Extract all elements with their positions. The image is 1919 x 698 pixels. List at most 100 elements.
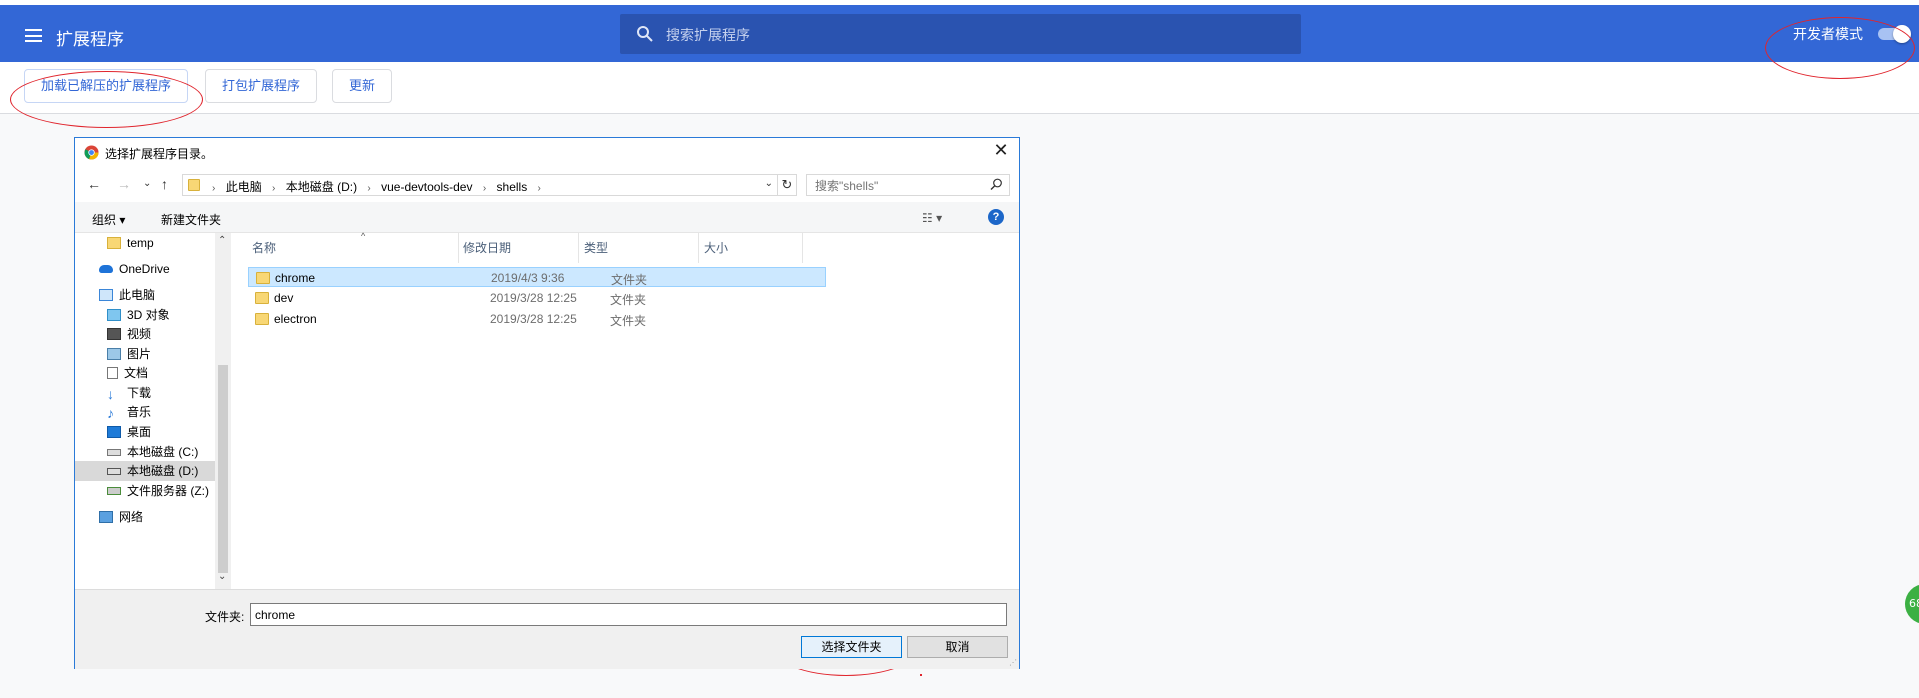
- breadcrumb: › 此电脑 › 本地磁盘 (D:) › vue-devtools-dev › s…: [212, 180, 541, 194]
- file-row-chrome[interactable]: chrome 2019/4/3 9:36 文件夹: [248, 267, 826, 287]
- search-icon: [637, 26, 653, 42]
- file-row-dev[interactable]: dev 2019/3/28 12:25 文件夹: [248, 288, 826, 308]
- folder-name-input[interactable]: [250, 603, 1007, 626]
- update-button[interactable]: 更新: [332, 69, 393, 103]
- sidebar-item-documents[interactable]: 文档: [107, 363, 148, 383]
- sidebar-item-pictures[interactable]: 图片: [107, 344, 151, 364]
- file-name: electron: [274, 312, 317, 326]
- pack-extension-button[interactable]: 打包扩展程序: [205, 69, 318, 103]
- music-icon: ♪: [107, 405, 114, 421]
- file-modified: 2019/3/28 12:25: [490, 291, 577, 305]
- sidebar-item-music[interactable]: ♪ 音乐: [107, 402, 151, 422]
- view-options-icon[interactable]: ☷ ▾: [922, 211, 942, 225]
- file-name: dev: [274, 291, 294, 305]
- breadcrumb-item[interactable]: vue-devtools-dev: [381, 180, 472, 194]
- chevron-down-icon[interactable]: ⌄: [765, 178, 773, 189]
- video-icon: [107, 328, 121, 340]
- navigation-scrollbar[interactable]: ⌃ ⌄: [215, 233, 231, 589]
- folder-icon: [256, 272, 270, 284]
- sidebar-item-label: 网络: [119, 510, 144, 524]
- file-modified: 2019/3/28 12:25: [490, 312, 577, 326]
- search-placeholder: 搜索扩展程序: [666, 28, 750, 44]
- dialog-footer: 文件夹: 选择文件夹 取消 ⋰: [75, 589, 1019, 669]
- folder-label: 文件夹:: [205, 610, 245, 624]
- page-title: 扩展程序: [56, 30, 124, 50]
- forward-arrow-icon[interactable]: →: [117, 176, 131, 192]
- up-arrow-icon[interactable]: ↑: [161, 176, 168, 192]
- sidebar-item-network[interactable]: 网络: [99, 507, 143, 527]
- organize-menu[interactable]: 组织 ▾: [92, 211, 125, 228]
- sidebar-item-label: 音乐: [127, 405, 152, 419]
- action-bar: 加载已解压的扩展程序 打包扩展程序 更新: [0, 62, 1919, 114]
- computer-icon: [99, 289, 113, 301]
- breadcrumb-item[interactable]: shells: [497, 180, 528, 194]
- refresh-icon[interactable]: ↻: [777, 174, 797, 196]
- scroll-up-icon[interactable]: ⌃: [218, 235, 226, 246]
- sidebar-item-3d-objects[interactable]: 3D 对象: [107, 305, 170, 325]
- sidebar-item-drive-c[interactable]: 本地磁盘 (C:): [107, 442, 198, 462]
- sort-ascending-icon: ^: [361, 231, 366, 241]
- file-type: 文件夹: [610, 293, 647, 307]
- folder-search-box[interactable]: [806, 174, 1010, 196]
- new-folder-button[interactable]: 新建文件夹: [161, 211, 221, 228]
- sidebar-item-label: 此电脑: [119, 288, 156, 302]
- folder-search-input[interactable]: [813, 176, 987, 196]
- sidebar-item-label: 文档: [124, 366, 149, 380]
- sidebar-item-label: 图片: [127, 347, 152, 361]
- document-icon: [107, 367, 118, 379]
- dev-mode-label: 开发者模式: [1793, 27, 1863, 43]
- scroll-down-icon[interactable]: ⌄: [218, 571, 226, 582]
- sidebar-item-label: 本地磁盘 (C:): [127, 445, 199, 459]
- sidebar-item-label: temp: [127, 236, 154, 250]
- network-icon: [99, 511, 113, 523]
- search-icon: [990, 178, 1002, 190]
- column-header-name[interactable]: 名称: [252, 239, 276, 256]
- download-icon: ↓: [107, 386, 114, 402]
- file-type: 文件夹: [610, 314, 647, 328]
- column-header-size[interactable]: 大小: [704, 239, 728, 256]
- file-name: chrome: [275, 271, 316, 285]
- breadcrumb-item[interactable]: 本地磁盘 (D:): [286, 180, 357, 194]
- back-arrow-icon[interactable]: ←: [87, 176, 101, 192]
- cloud-icon: [99, 265, 113, 273]
- column-divider: [458, 233, 459, 263]
- address-bar[interactable]: › 此电脑 › 本地磁盘 (D:) › vue-devtools-dev › s…: [182, 174, 778, 196]
- view-dropdown[interactable]: ▾: [936, 211, 942, 225]
- scrollbar-thumb[interactable]: [218, 365, 228, 573]
- sidebar-item-desktop[interactable]: 桌面: [107, 422, 151, 442]
- search-extensions-bar[interactable]: 搜索扩展程序: [620, 14, 1301, 54]
- sidebar-item-onedrive[interactable]: OneDrive: [99, 259, 170, 279]
- column-header-type[interactable]: 类型: [584, 239, 608, 256]
- recent-locations-icon[interactable]: ⌄: [143, 178, 151, 189]
- breadcrumb-item[interactable]: 此电脑: [226, 180, 262, 194]
- dev-mode-toggle[interactable]: [1878, 25, 1911, 43]
- column-divider: [578, 233, 579, 263]
- navigation-row: ← → ⌄ ↑ › 此电脑 › 本地磁盘 (D:) › vue-devtools…: [75, 172, 1019, 198]
- annotation-dot: [920, 674, 922, 676]
- floating-badge[interactable]: 68: [1905, 584, 1919, 624]
- dialog-title: 选择扩展程序目录。: [105, 147, 214, 161]
- cancel-button[interactable]: 取消: [907, 636, 1008, 658]
- file-row-electron[interactable]: electron 2019/3/28 12:25 文件夹: [248, 309, 826, 329]
- sidebar-item-temp[interactable]: temp: [107, 233, 154, 253]
- file-type: 文件夹: [611, 273, 648, 287]
- resize-grip-icon[interactable]: ⋰: [1009, 658, 1017, 667]
- folder-icon: [188, 179, 200, 191]
- sidebar-item-downloads[interactable]: ↓ 下载: [107, 383, 151, 403]
- close-icon[interactable]: ✕: [991, 140, 1011, 161]
- select-folder-button[interactable]: 选择文件夹: [801, 636, 902, 658]
- load-unpacked-button[interactable]: 加载已解压的扩展程序: [24, 69, 189, 103]
- sidebar-item-drive-d[interactable]: 本地磁盘 (D:): [75, 461, 215, 481]
- help-icon[interactable]: ?: [988, 209, 1004, 225]
- column-header-modified[interactable]: 修改日期: [463, 239, 511, 256]
- column-divider: [698, 233, 699, 263]
- chrome-logo-icon: [84, 145, 99, 160]
- menu-icon[interactable]: [25, 29, 42, 42]
- sidebar-item-drive-z[interactable]: 文件服务器 (Z:): [107, 481, 209, 501]
- folder-icon: [255, 313, 269, 325]
- navigation-pane: temp OneDrive 此电脑 3D 对象 视频 图片 文档 ↓ 下载 ♪ 音乐…: [75, 233, 215, 589]
- sidebar-item-label: 3D 对象: [127, 308, 170, 322]
- cube-icon: [107, 309, 121, 321]
- sidebar-item-videos[interactable]: 视频: [107, 324, 151, 344]
- sidebar-item-this-pc[interactable]: 此电脑: [99, 285, 155, 305]
